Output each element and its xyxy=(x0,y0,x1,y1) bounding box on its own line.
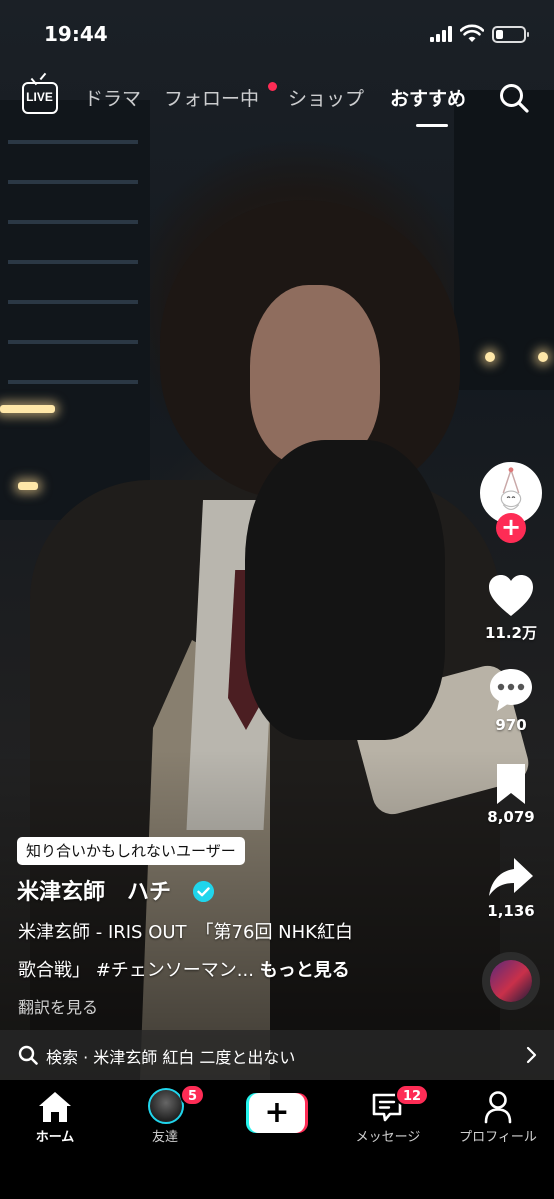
background-building xyxy=(454,90,554,390)
performer-face xyxy=(250,285,380,465)
live-icon-label: LIVE xyxy=(26,90,53,104)
status-bar: 19:44 xyxy=(0,0,554,70)
search-icon xyxy=(18,1045,38,1065)
nav-inbox[interactable]: 12 メッセージ xyxy=(333,1080,443,1150)
search-icon[interactable] xyxy=(498,82,530,114)
see-translation-link[interactable]: 翻訳を見る xyxy=(18,994,98,1018)
status-time: 19:44 xyxy=(44,22,108,46)
plus-icon: + xyxy=(249,1093,305,1133)
caption-text: 歌合戦」 #チェンソーマン... xyxy=(18,960,254,981)
bookmark-count: 8,079 xyxy=(487,808,535,826)
search-suggestion-text: 検索 · 米津玄師 紅白 二度と出ない xyxy=(46,1048,296,1067)
tab-for-you[interactable]: おすすめ xyxy=(390,84,466,111)
nav-friends[interactable]: 5 友達 xyxy=(110,1080,220,1150)
battery-icon xyxy=(492,26,529,43)
nav-home[interactable]: ホーム xyxy=(0,1080,110,1150)
performer-glove-microphone xyxy=(245,440,445,740)
active-tab-indicator xyxy=(416,124,448,127)
comment-count: 970 xyxy=(495,716,527,734)
top-navigation: LIVE ドラマ フォロー中 ショップ おすすめ xyxy=(0,78,554,128)
live-button[interactable]: LIVE xyxy=(22,82,58,114)
nav-friends-label: 友達 xyxy=(151,1130,178,1145)
following-new-dot xyxy=(268,82,277,91)
tab-following[interactable]: フォロー中 xyxy=(164,84,259,111)
cellular-signal-icon xyxy=(430,26,454,42)
nav-home-label: ホーム xyxy=(35,1130,75,1145)
profile-icon xyxy=(484,1091,512,1124)
friends-badge: 5 xyxy=(180,1084,206,1106)
comment-icon[interactable] xyxy=(486,666,536,714)
street-light xyxy=(485,352,495,362)
create-button[interactable]: + xyxy=(246,1093,308,1133)
suggested-user-chip[interactable]: 知り合いかもしれないユーザー xyxy=(17,837,245,865)
share-count: 1,136 xyxy=(487,902,535,920)
friends-avatar-icon xyxy=(148,1088,184,1124)
see-more-link[interactable]: もっと見る xyxy=(260,960,350,981)
like-count: 11.2万 xyxy=(484,624,537,642)
nav-inbox-label: メッセージ xyxy=(355,1130,421,1145)
background-building xyxy=(0,100,150,520)
author-name[interactable]: 米津玄師 ハチ xyxy=(17,874,171,906)
inbox-badge: 12 xyxy=(395,1084,430,1106)
verified-badge-icon xyxy=(193,881,214,902)
tab-drama[interactable]: ドラマ xyxy=(84,84,141,111)
wifi-icon xyxy=(460,24,484,42)
tab-shop[interactable]: ショップ xyxy=(288,84,364,111)
follow-plus-button[interactable]: + xyxy=(496,513,526,543)
music-cover-art xyxy=(490,960,532,1002)
street-light xyxy=(538,352,548,362)
chevron-right-icon xyxy=(526,1046,537,1064)
music-disc[interactable] xyxy=(482,952,540,1010)
nav-profile-label: プロフィール xyxy=(459,1130,537,1145)
street-light xyxy=(0,405,55,413)
nav-profile[interactable]: プロフィール xyxy=(443,1080,553,1150)
bookmark-icon[interactable] xyxy=(486,760,536,808)
street-light xyxy=(18,482,38,490)
caption-line-1: 米津玄師 - IRIS OUT 「第76回 NHK紅白 xyxy=(18,922,353,943)
home-icon xyxy=(39,1092,71,1122)
bottom-navigation: ホーム 5 友達 + 12 メッセージ プロフィール xyxy=(0,1080,554,1199)
search-suggestion-bar[interactable]: 検索 · 米津玄師 紅白 二度と出ない xyxy=(0,1030,554,1080)
heart-icon[interactable] xyxy=(486,572,536,620)
share-icon[interactable] xyxy=(486,854,536,902)
caption-line-2: 歌合戦」 #チェンソーマン... もっと見る xyxy=(18,956,350,982)
